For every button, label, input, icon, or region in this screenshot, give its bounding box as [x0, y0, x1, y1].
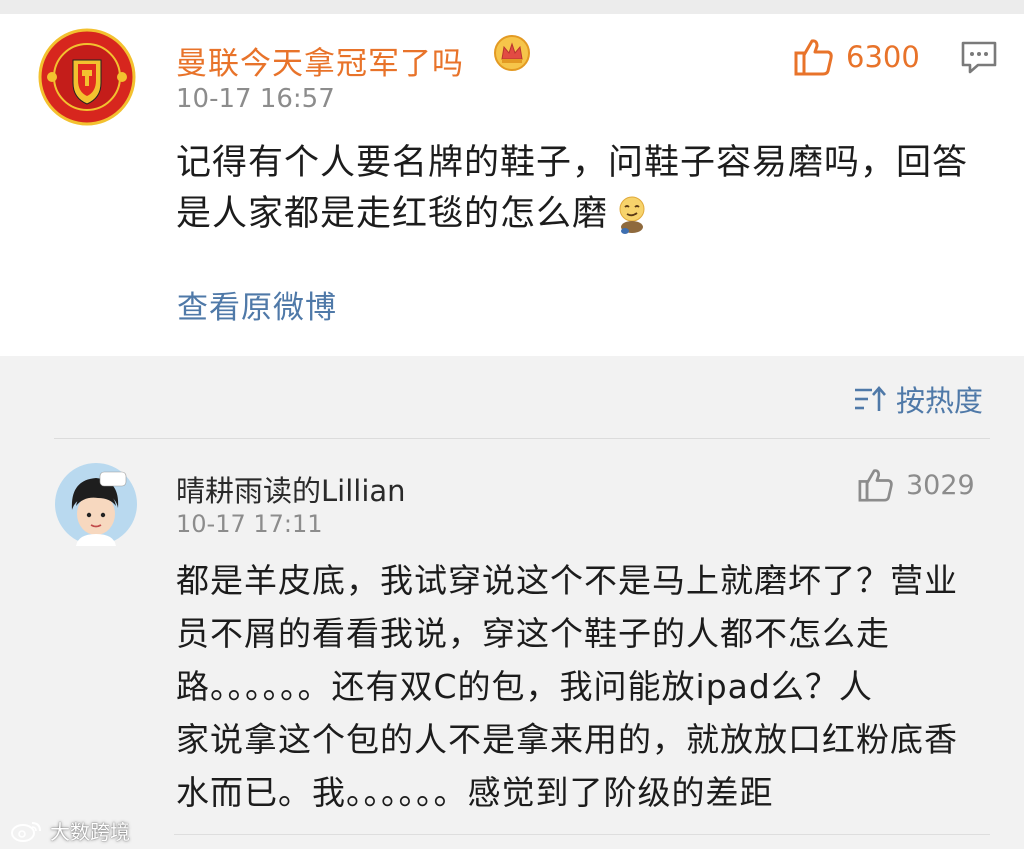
- smirk-emoji: [614, 195, 650, 235]
- comment-body-line: 水而已。我。。。。。。感觉到了阶级的差距: [176, 773, 774, 812]
- sort-by-hotness-button[interactable]: 按热度: [854, 378, 983, 420]
- divider: [54, 438, 990, 439]
- post-avatar[interactable]: [38, 28, 136, 126]
- post-body-line: 是人家都是走红毯的怎么磨: [176, 194, 609, 234]
- comment-body-line: 都是羊皮底，我试穿说这个不是马上就磨坏了？营业: [176, 561, 958, 600]
- thumbs-up-icon: [858, 469, 893, 502]
- comment-timestamp: 10-17 17:11: [176, 510, 323, 538]
- post-username[interactable]: 曼联今天拿冠军了吗: [176, 38, 464, 83]
- post-body-line-with-emoji: 是人家都是走红毯的怎么磨: [176, 189, 1006, 240]
- comment-body-line: 路。。。。。。还有双C的包，我问能放ipad么？人: [176, 667, 873, 706]
- post-like-count: 6300: [846, 40, 920, 74]
- top-strip: [0, 0, 1024, 14]
- post-body-line: 记得有个人要名牌的鞋子，问鞋子容易磨吗，回答: [176, 143, 969, 183]
- sort-label: 按热度: [896, 384, 984, 418]
- comment-like-count: 3029: [906, 469, 975, 501]
- post-body: 记得有个人要名牌的鞋子，问鞋子容易磨吗，回答 是人家都是走红毯的怎么磨: [176, 138, 1006, 240]
- comment-avatar[interactable]: [54, 462, 138, 546]
- sort-icon: [855, 386, 886, 411]
- comment-body-line: 员不屑的看看我说，穿这个鞋子的人都不怎么走: [176, 614, 890, 653]
- comment-body-line: 家说拿这个包的人不是拿来用的，就放放口红粉底香: [176, 720, 958, 759]
- crown-badge-icon: [493, 34, 531, 72]
- comment-username[interactable]: 晴耕雨读的Lillian: [176, 468, 406, 510]
- view-original-link[interactable]: 查看原微博: [177, 282, 337, 327]
- comment-body: 都是羊皮底，我试穿说这个不是马上就磨坏了？营业 员不屑的看看我说，穿这个鞋子的人…: [176, 554, 996, 819]
- divider: [174, 834, 990, 835]
- post-timestamp: 10-17 16:57: [176, 84, 335, 114]
- weibo-logo-icon: [11, 821, 41, 842]
- comment-like-button[interactable]: 3029: [858, 468, 975, 502]
- thumbs-up-icon: [794, 39, 833, 76]
- watermark: 大数跨境: [10, 816, 130, 845]
- watermark-text: 大数跨境: [50, 820, 130, 844]
- manchester-united-crest: [38, 28, 136, 126]
- comment-icon[interactable]: [960, 40, 998, 76]
- post-like-button[interactable]: 6300: [794, 38, 920, 76]
